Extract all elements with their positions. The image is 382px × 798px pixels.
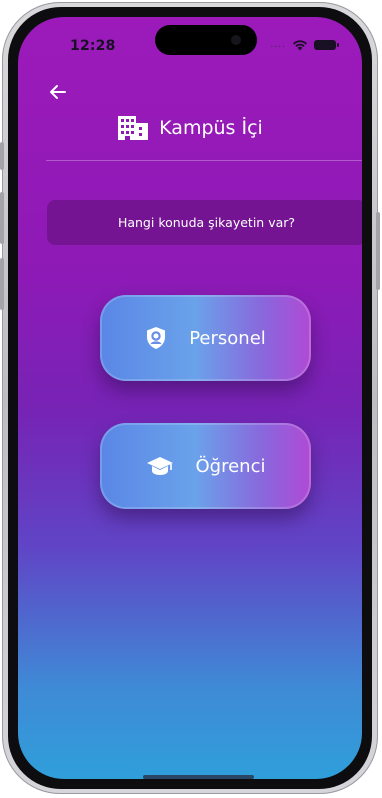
header-divider bbox=[46, 160, 362, 161]
signal-dots-icon: .... bbox=[270, 40, 286, 50]
phone-bezel: 12:28 .... Kampüs İçi Hangi konuda şikay… bbox=[8, 7, 372, 789]
shield-person-icon bbox=[147, 327, 166, 349]
status-icons: .... bbox=[270, 37, 339, 53]
front-camera-icon bbox=[231, 35, 241, 45]
volume-down-button bbox=[0, 258, 4, 310]
arrow-left-icon bbox=[50, 85, 66, 99]
dynamic-island bbox=[155, 25, 257, 55]
personel-label: Personel bbox=[189, 327, 266, 349]
question-text: Hangi konuda şikayetin var? bbox=[117, 215, 296, 230]
app-screen: 12:28 .... Kampüs İçi Hangi konuda şikay… bbox=[18, 17, 362, 779]
phone-frame: 12:28 .... Kampüs İçi Hangi konuda şikay… bbox=[0, 2, 380, 794]
page-title: Kampüs İçi bbox=[159, 117, 263, 139]
question-banner: Hangi konuda şikayetin var? bbox=[47, 200, 362, 245]
back-button[interactable] bbox=[46, 80, 70, 104]
personel-button[interactable]: Personel bbox=[100, 295, 311, 381]
ogrenci-label: Öğrenci bbox=[195, 455, 266, 477]
ogrenci-button[interactable]: Öğrenci bbox=[100, 423, 311, 509]
volume-up-button bbox=[0, 192, 4, 244]
power-button bbox=[376, 212, 380, 290]
home-indicator[interactable] bbox=[143, 775, 254, 779]
battery-icon bbox=[314, 40, 339, 50]
building-icon bbox=[118, 116, 149, 140]
status-time: 12:28 bbox=[70, 38, 116, 54]
page-header: Kampüs İçi bbox=[18, 115, 362, 141]
mute-switch bbox=[0, 142, 4, 170]
wifi-icon bbox=[293, 40, 307, 51]
graduation-cap-icon bbox=[146, 457, 173, 475]
